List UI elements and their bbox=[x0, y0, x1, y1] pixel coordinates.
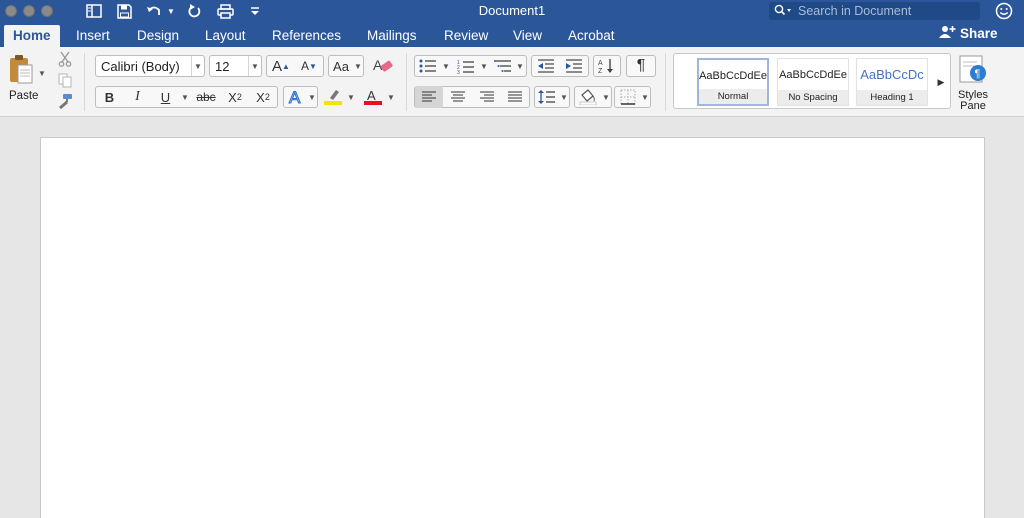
tab-references[interactable]: References bbox=[272, 25, 341, 47]
paste-label: Paste bbox=[9, 90, 39, 102]
font-family-value: Calibri (Body) bbox=[101, 58, 180, 74]
style-name: No Spacing bbox=[778, 90, 848, 105]
svg-text:A: A bbox=[598, 60, 603, 67]
multilevel-dropdown-icon[interactable]: ▼ bbox=[515, 55, 525, 77]
borders-dropdown-icon[interactable]: ▼ bbox=[640, 86, 650, 108]
font-family-select[interactable]: Calibri (Body) ▼ bbox=[95, 55, 205, 77]
feedback-smiley-icon[interactable] bbox=[995, 2, 1013, 23]
document-workspace bbox=[0, 118, 1024, 518]
paste-dropdown-icon[interactable]: ▼ bbox=[37, 62, 47, 84]
tab-insert[interactable]: Insert bbox=[76, 25, 110, 47]
bullets-icon[interactable] bbox=[415, 55, 441, 77]
svg-text:A: A bbox=[289, 88, 301, 106]
style-sample: AaBbCcDdEe bbox=[699, 70, 767, 82]
style-sample: AaBbCcDdEe bbox=[779, 69, 847, 81]
paste-button[interactable] bbox=[4, 53, 38, 89]
font-color-icon[interactable]: A bbox=[360, 86, 386, 108]
styles-pane-icon: ¶ bbox=[959, 54, 987, 87]
chevron-down-icon: ▼ bbox=[191, 56, 204, 76]
ribbon-separator bbox=[406, 53, 407, 111]
align-center-icon[interactable] bbox=[444, 86, 472, 108]
search-icon bbox=[774, 4, 792, 19]
document-page[interactable] bbox=[40, 137, 985, 518]
tab-mailings[interactable]: Mailings bbox=[367, 25, 417, 47]
text-effects-dropdown-icon[interactable]: ▼ bbox=[307, 86, 317, 108]
copy-icon[interactable] bbox=[55, 71, 75, 89]
search-box[interactable] bbox=[769, 2, 980, 20]
cut-icon[interactable] bbox=[55, 50, 75, 68]
style-normal[interactable]: AaBbCcDdEe Normal bbox=[697, 58, 769, 106]
tab-layout[interactable]: Layout bbox=[205, 25, 246, 47]
italic-button[interactable]: I bbox=[124, 86, 151, 108]
bullets-dropdown-icon[interactable]: ▼ bbox=[441, 55, 451, 77]
decrease-indent-icon[interactable] bbox=[532, 55, 560, 77]
share-button[interactable]: Share bbox=[938, 25, 998, 42]
change-case-dropdown-icon[interactable]: ▼ bbox=[353, 55, 363, 77]
bold-button[interactable]: B bbox=[96, 86, 123, 108]
svg-text:A: A bbox=[373, 57, 383, 73]
text-effects-icon[interactable]: A bbox=[284, 86, 307, 108]
clear-formatting-icon[interactable]: A bbox=[368, 55, 398, 77]
superscript-button[interactable]: X2 bbox=[249, 86, 277, 108]
strikethrough-button[interactable]: abc bbox=[192, 86, 220, 108]
increase-indent-icon[interactable] bbox=[560, 55, 588, 77]
shrink-font-button[interactable]: A ▼ bbox=[295, 55, 323, 77]
numbering-icon[interactable]: 123 bbox=[453, 55, 479, 77]
numbering-dropdown-icon[interactable]: ▼ bbox=[479, 55, 489, 77]
underline-dropdown-icon[interactable]: ▼ bbox=[180, 86, 190, 108]
styles-pane-label: Styles Pane bbox=[958, 89, 988, 112]
font-color-dropdown-icon[interactable]: ▼ bbox=[386, 86, 396, 108]
share-label: Share bbox=[960, 26, 998, 41]
ribbon-home: ▼ Paste Calibri (Body) ▼ 12 ▼ A ▲ A ▼ Aa ▼… bbox=[0, 47, 1024, 117]
tab-review[interactable]: Review bbox=[444, 25, 488, 47]
styles-gallery-next-icon[interactable]: ▶ bbox=[933, 71, 949, 93]
highlight-dropdown-icon[interactable]: ▼ bbox=[346, 86, 356, 108]
line-spacing-icon[interactable] bbox=[535, 86, 559, 108]
format-painter-icon[interactable] bbox=[55, 92, 75, 110]
ribbon-tab-bar: Home Insert Design Layout References Mai… bbox=[0, 22, 1024, 47]
shading-dropdown-icon[interactable]: ▼ bbox=[601, 86, 611, 108]
chevron-down-icon: ▼ bbox=[248, 56, 261, 76]
tab-view[interactable]: View bbox=[513, 25, 542, 47]
multilevel-list-icon[interactable] bbox=[491, 55, 515, 77]
grow-font-button[interactable]: A ▲ bbox=[267, 55, 295, 77]
tab-home[interactable]: Home bbox=[4, 25, 60, 47]
ribbon-separator bbox=[665, 53, 666, 111]
style-no-spacing[interactable]: AaBbCcDdEe No Spacing bbox=[777, 58, 849, 106]
style-sample: AaBbCcDc bbox=[860, 67, 924, 82]
styles-gallery: AaBbCcDdEe Normal AaBbCcDdEe No Spacing … bbox=[673, 53, 951, 109]
sort-icon[interactable]: AZ bbox=[593, 55, 621, 77]
align-right-icon[interactable] bbox=[473, 86, 501, 108]
style-heading-1[interactable]: AaBbCcDc Heading 1 bbox=[856, 58, 928, 106]
font-size-select[interactable]: 12 ▼ bbox=[209, 55, 262, 77]
show-formatting-button[interactable]: ¶ bbox=[626, 55, 656, 77]
highlight-icon[interactable] bbox=[320, 86, 346, 108]
font-size-value: 12 bbox=[215, 58, 230, 74]
clipboard-icon bbox=[8, 54, 34, 89]
underline-button[interactable]: U bbox=[152, 86, 179, 108]
svg-text:A: A bbox=[367, 88, 376, 103]
svg-text:Z: Z bbox=[598, 68, 603, 74]
title-bar: ▼ Document1 bbox=[0, 0, 1024, 22]
style-name: Normal bbox=[699, 89, 767, 104]
tab-acrobat[interactable]: Acrobat bbox=[568, 25, 615, 47]
tab-design[interactable]: Design bbox=[137, 25, 179, 47]
ribbon-separator bbox=[84, 53, 85, 111]
styles-pane-button[interactable]: ¶ bbox=[956, 53, 990, 87]
change-case-button[interactable]: Aa bbox=[329, 55, 353, 77]
shading-icon[interactable] bbox=[575, 86, 601, 108]
search-input[interactable] bbox=[798, 4, 978, 18]
line-spacing-dropdown-icon[interactable]: ▼ bbox=[559, 86, 569, 108]
borders-icon[interactable] bbox=[615, 86, 640, 108]
justify-icon[interactable] bbox=[501, 86, 529, 108]
add-person-icon bbox=[938, 25, 956, 42]
svg-text:¶: ¶ bbox=[975, 68, 981, 80]
style-name: Heading 1 bbox=[857, 90, 927, 105]
svg-text:3: 3 bbox=[457, 70, 460, 74]
align-left-icon[interactable] bbox=[415, 86, 443, 108]
subscript-button[interactable]: X2 bbox=[221, 86, 249, 108]
